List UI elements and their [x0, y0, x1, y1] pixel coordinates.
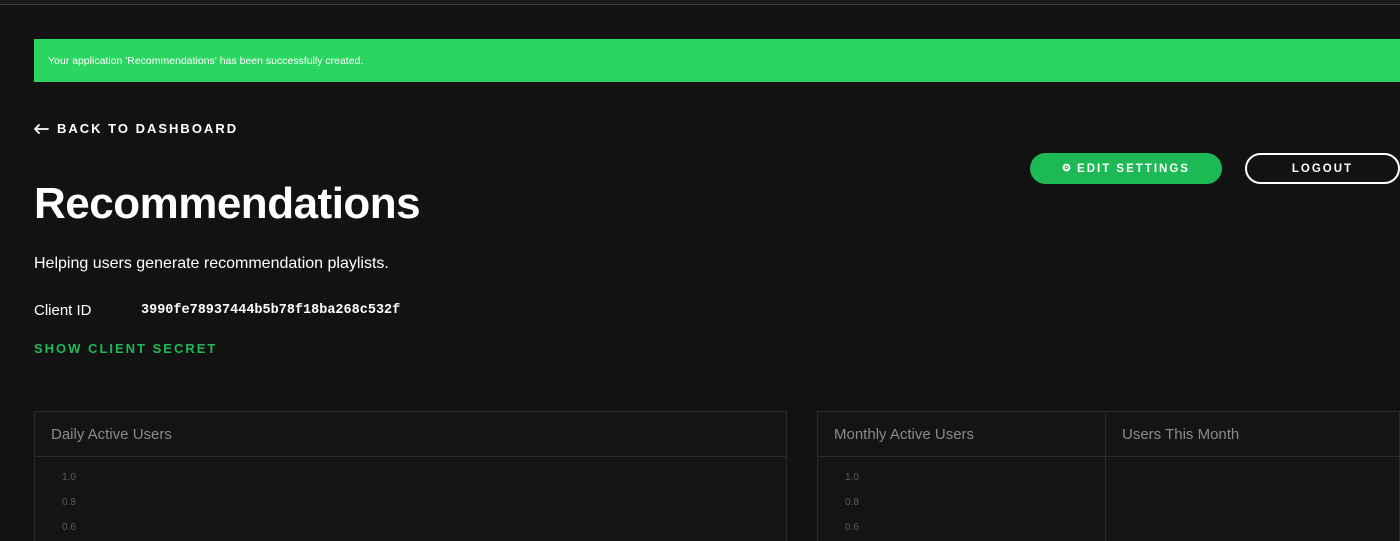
edit-settings-button[interactable]: EDIT SETTINGS [1030, 153, 1222, 184]
back-to-dashboard-link[interactable]: BACK TO DASHBOARD [34, 121, 238, 136]
client-id-row: Client ID 3990fe78937444b5b78f18ba268c53… [34, 302, 400, 319]
show-client-secret-link[interactable]: SHOW CLIENT SECRET [34, 341, 217, 356]
top-border [0, 0, 1400, 5]
gear-icon [1062, 163, 1071, 175]
y-tick-label: 0.8 [62, 497, 76, 508]
y-tick-label: 1.0 [62, 472, 76, 483]
y-tick-label: 1.0 [845, 472, 859, 483]
panel-title: Monthly Active Users [818, 412, 1105, 457]
edit-settings-label: EDIT SETTINGS [1077, 162, 1190, 175]
page-title: Recommendations [34, 179, 421, 228]
y-tick-label: 0.6 [845, 522, 859, 533]
y-tick-label: 0.6 [62, 522, 76, 533]
panel-title: Users This Month [1106, 412, 1399, 457]
logout-button[interactable]: LOGOUT [1245, 153, 1400, 184]
arrow-left-icon [34, 123, 49, 134]
logout-label: LOGOUT [1291, 162, 1354, 175]
app-description: Helping users generate recommendation pl… [34, 255, 389, 272]
app-detail-page: Your application 'Recommendations' has b… [0, 0, 1400, 541]
back-to-dashboard-label: BACK TO DASHBOARD [57, 121, 239, 136]
daily-active-users-panel: Daily Active Users 1.0 0.8 0.6 [34, 411, 787, 541]
success-alert: Your application 'Recommendations' has b… [34, 39, 1400, 82]
users-this-month-panel: Users This Month [1105, 411, 1400, 541]
success-alert-message: Your application 'Recommendations' has b… [48, 54, 364, 67]
client-id-label: Client ID [34, 302, 92, 319]
panel-title: Daily Active Users [35, 412, 786, 457]
client-id-value: 3990fe78937444b5b78f18ba268c532f [141, 303, 401, 318]
y-tick-label: 0.8 [845, 497, 859, 508]
monthly-active-users-panel: Monthly Active Users 1.0 0.8 0.6 [817, 411, 1105, 541]
